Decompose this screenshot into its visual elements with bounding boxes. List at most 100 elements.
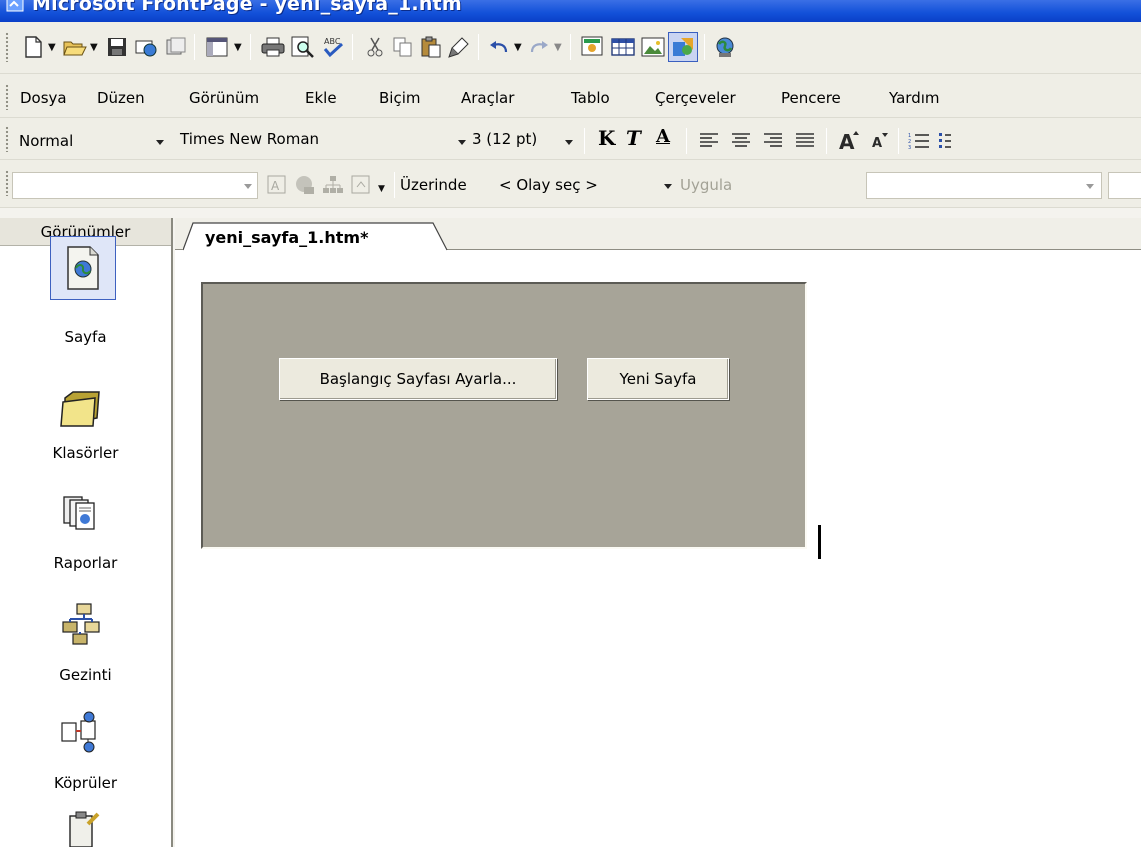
apply-select[interactable]: [866, 172, 1102, 199]
menu-duzen[interactable]: Düzen: [97, 89, 145, 107]
apply-dropdown-icon[interactable]: [1086, 184, 1094, 189]
set-home-page-button[interactable]: Başlangıç Sayfası Ayarla...: [279, 358, 557, 400]
window-title: Microsoft FrontPage - yeni_sayfa_1.htm: [32, 0, 462, 15]
svg-text:A: A: [271, 179, 280, 193]
format-painter-icon[interactable]: [446, 34, 472, 60]
menu-dosya[interactable]: Dosya: [20, 89, 67, 107]
open-folder-icon[interactable]: [62, 34, 88, 60]
view-folders-label: Klasörler: [52, 444, 119, 462]
italic-button[interactable]: T: [626, 126, 641, 150]
publish-icon[interactable]: [133, 34, 159, 60]
view-reports[interactable]: Raporlar: [0, 486, 171, 586]
undo-icon[interactable]: [486, 34, 512, 60]
reports-view-icon: [54, 486, 110, 542]
frontpage-app-icon[interactable]: [6, 0, 26, 14]
view-page[interactable]: Sayfa: [0, 236, 171, 356]
web-component-icon[interactable]: [163, 34, 189, 60]
font-select[interactable]: Times New Roman: [180, 130, 319, 148]
view-folders[interactable]: Klasörler: [0, 380, 171, 476]
align-left-icon[interactable]: [696, 128, 722, 154]
tab-label: yeni_sayfa_1.htm*: [205, 228, 369, 247]
formatting-toolbar: [0, 118, 1141, 160]
style-select[interactable]: Normal: [14, 128, 144, 154]
view-tasks[interactable]: [0, 810, 171, 847]
menu-araclar[interactable]: Araçlar: [461, 89, 514, 107]
view-hyperlinks[interactable]: Köprüler: [0, 702, 171, 802]
font-size-select[interactable]: 3 (12 pt): [472, 130, 537, 148]
bold-button[interactable]: K: [598, 126, 615, 150]
menu-bicim[interactable]: Biçim: [379, 89, 420, 107]
layer-icon[interactable]: [348, 172, 374, 198]
title-bar[interactable]: Microsoft FrontPage - yeni_sayfa_1.htm: [0, 0, 1141, 22]
justify-icon[interactable]: [792, 128, 818, 154]
menu-yardim[interactable]: Yardım: [889, 89, 940, 107]
underline-button[interactable]: A: [656, 126, 670, 147]
text-caret: [818, 525, 821, 559]
view-hyperlinks-label: Köprüler: [53, 774, 118, 792]
standard-toolbar: ▼ ▼ ▼ ABC ▼ ▼: [0, 22, 1141, 74]
drawing-icon[interactable]: [668, 32, 698, 62]
increase-font-size-icon[interactable]: A: [836, 127, 862, 153]
form-box[interactable]: Başlangıç Sayfası Ayarla... Yeni Sayfa: [201, 282, 807, 549]
svg-text:A: A: [872, 136, 882, 151]
redo-icon[interactable]: [526, 34, 552, 60]
views-pane: Görünümler Sayfa Klasörler Raporlar Gezi…: [0, 218, 173, 847]
dhtml-more-icon[interactable]: ▼: [378, 184, 385, 194]
style-dropdown-icon[interactable]: [156, 140, 164, 145]
paste-icon[interactable]: [418, 34, 444, 60]
hyperlink-icon[interactable]: [712, 34, 738, 60]
folder-view-icon: [54, 380, 110, 436]
print-icon[interactable]: [260, 34, 286, 60]
element-select[interactable]: [12, 172, 258, 199]
decrease-font-size-icon[interactable]: A: [866, 127, 892, 153]
hover-button-icon[interactable]: A: [264, 172, 290, 198]
new-page-button[interactable]: Yeni Sayfa: [587, 358, 729, 400]
menu-pencere[interactable]: Pencere: [781, 89, 841, 107]
toggle-pane-icon[interactable]: [204, 34, 230, 60]
font-size-dropdown-icon[interactable]: [565, 140, 573, 145]
event-dropdown-icon[interactable]: [664, 184, 672, 189]
align-right-icon[interactable]: [760, 128, 786, 154]
menu-tablo[interactable]: Tablo: [571, 89, 610, 107]
undo-dropdown-icon[interactable]: ▼: [514, 42, 522, 53]
menu-gorunum[interactable]: Görünüm: [189, 89, 259, 107]
menu-ekle[interactable]: Ekle: [305, 89, 337, 107]
redo-dropdown-icon[interactable]: ▼: [554, 42, 562, 53]
svg-text:A: A: [839, 130, 855, 151]
view-navigation-label: Gezinti: [59, 666, 112, 684]
copy-icon[interactable]: [390, 34, 416, 60]
insert-table-icon[interactable]: [610, 34, 636, 60]
site-structure-icon[interactable]: [320, 172, 346, 198]
numbering-icon[interactable]: 123: [906, 128, 932, 154]
navigation-view-icon: [54, 596, 110, 652]
bullets-icon[interactable]: [932, 128, 958, 154]
new-page-icon[interactable]: [20, 34, 46, 60]
document-tabs: yeni_sayfa_1.htm*: [175, 218, 1141, 251]
cut-icon[interactable]: [362, 34, 388, 60]
hyperlinks-view-icon: [54, 704, 110, 760]
menu-cerceveler[interactable]: Çerçeveler: [655, 89, 736, 107]
new-page-dropdown-icon[interactable]: ▼: [48, 42, 56, 53]
view-reports-label: Raporlar: [53, 554, 118, 572]
apply-label: Uygula: [680, 176, 733, 194]
font-dropdown-icon[interactable]: [458, 140, 466, 145]
insert-picture-icon[interactable]: [640, 34, 666, 60]
on-event-label: Üzerinde: [400, 176, 467, 194]
save-icon[interactable]: [104, 34, 130, 60]
apply-value-select[interactable]: [1108, 172, 1141, 199]
spelling-icon[interactable]: ABC: [320, 34, 346, 60]
insert-component-icon[interactable]: [580, 34, 606, 60]
tasks-view-icon: [54, 810, 110, 847]
toolbar-grip[interactable]: [5, 32, 9, 62]
svg-text:3: 3: [908, 145, 911, 150]
open-dropdown-icon[interactable]: ▼: [90, 42, 98, 53]
page-view-icon: [50, 236, 116, 300]
view-page-label: Sayfa: [64, 328, 107, 346]
view-navigation[interactable]: Gezinti: [0, 594, 171, 694]
print-preview-icon[interactable]: [290, 34, 316, 60]
toggle-pane-dropdown-icon[interactable]: ▼: [234, 42, 242, 53]
event-select[interactable]: < Olay seç >: [494, 172, 662, 199]
element-dropdown-icon[interactable]: [244, 184, 252, 189]
align-center-icon[interactable]: [728, 128, 754, 154]
web-settings-icon[interactable]: [292, 172, 318, 198]
